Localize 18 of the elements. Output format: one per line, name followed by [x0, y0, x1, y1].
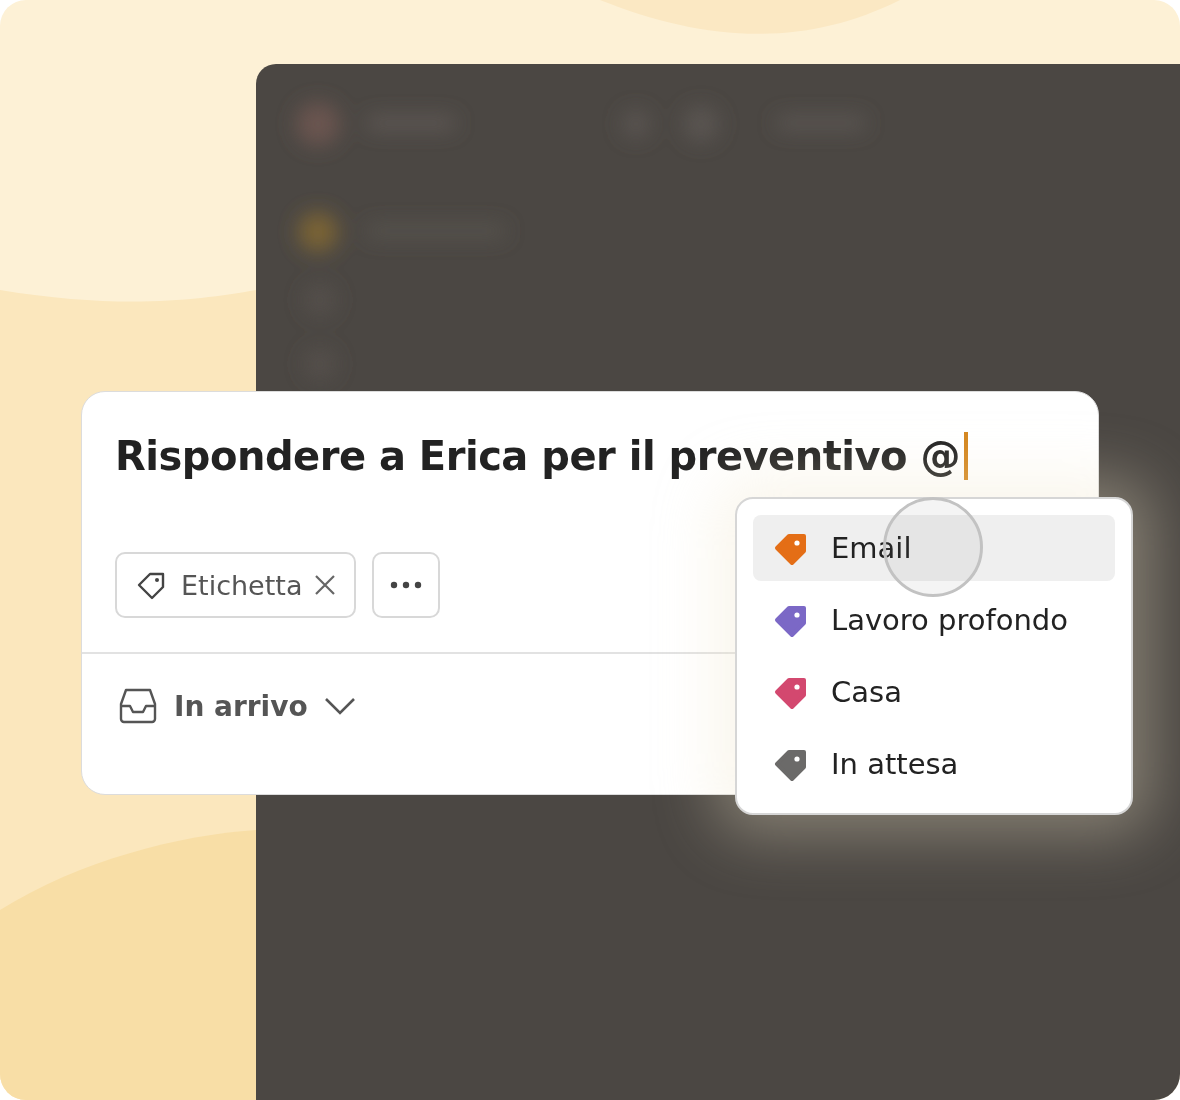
label-option[interactable]: Casa [753, 659, 1115, 725]
more-icon [390, 581, 423, 589]
inbox-icon [118, 686, 158, 726]
label-option-text: Email [831, 531, 912, 565]
task-title[interactable]: Rispondere a Erica per il preventivo @ [115, 433, 960, 479]
label-option-text: Casa [831, 675, 902, 709]
close-icon[interactable] [314, 574, 337, 596]
label-chip[interactable]: Etichetta [115, 552, 357, 618]
label-option[interactable]: Lavoro profondo [753, 587, 1115, 653]
label-chip-text: Etichetta [181, 569, 303, 601]
more-button[interactable] [372, 552, 441, 618]
label-option-text: In attesa [831, 747, 959, 781]
label-option-text: Lavoro profondo [831, 603, 1068, 637]
label-option[interactable]: In attesa [753, 731, 1115, 797]
chevron-down-icon [323, 697, 356, 715]
text-cursor [964, 432, 968, 480]
project-selector[interactable]: In arrivo [118, 686, 356, 726]
label-option[interactable]: Email [753, 515, 1115, 581]
